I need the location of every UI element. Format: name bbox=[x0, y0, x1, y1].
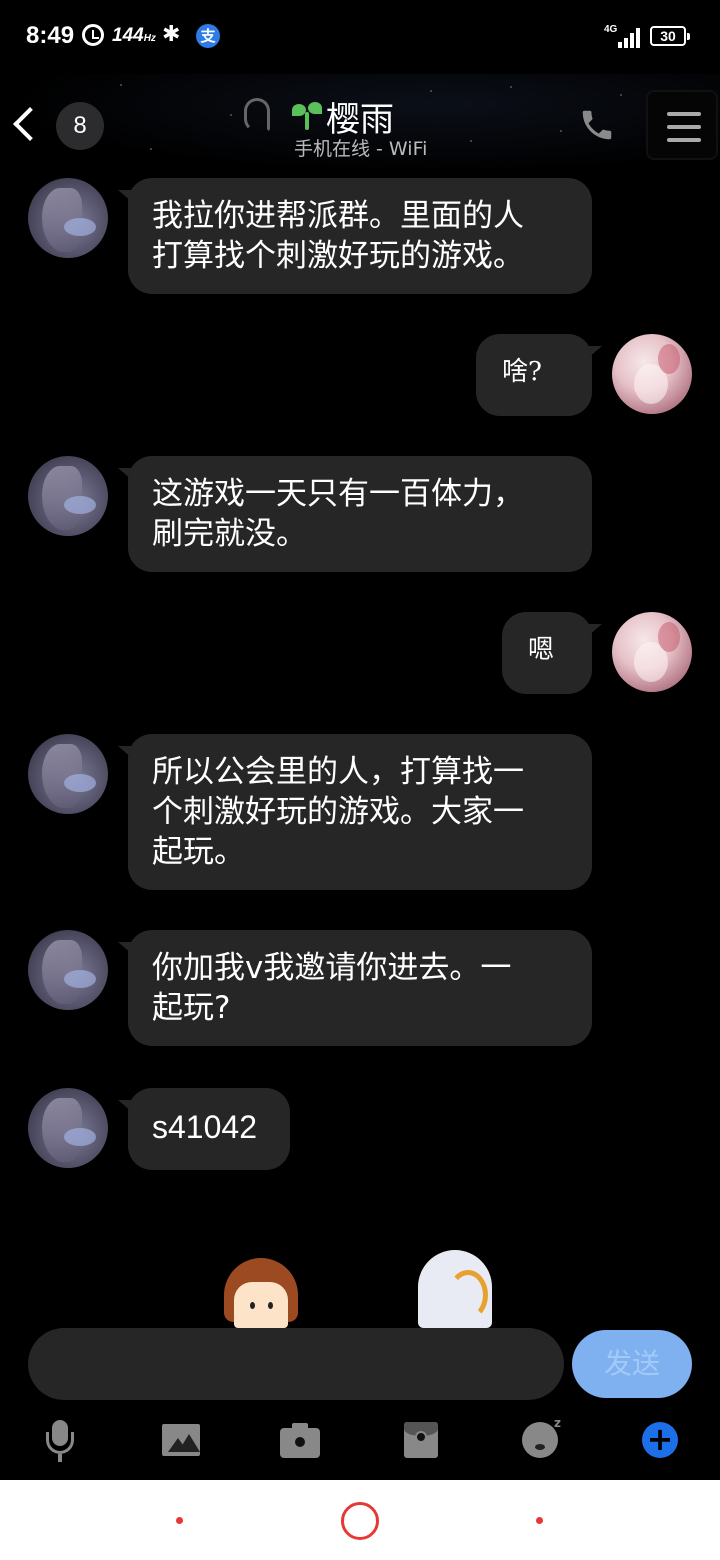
refresh-rate-unit: Hz bbox=[143, 33, 156, 44]
contact-avatar[interactable] bbox=[28, 1088, 108, 1168]
nav-back-button[interactable] bbox=[536, 1517, 543, 1524]
message-bubble[interactable]: s41042 bbox=[118, 1088, 290, 1170]
sprout-icon bbox=[292, 102, 322, 132]
image-icon[interactable] bbox=[160, 1418, 204, 1462]
message-bubble[interactable]: 嗯 bbox=[502, 612, 602, 694]
nav-home-button[interactable] bbox=[341, 1502, 379, 1540]
camera-icon[interactable] bbox=[280, 1418, 324, 1462]
microphone-icon[interactable] bbox=[38, 1418, 82, 1462]
contact-avatar[interactable] bbox=[28, 456, 108, 536]
emoji-icon[interactable]: z bbox=[520, 1416, 564, 1462]
user-avatar[interactable] bbox=[612, 612, 692, 692]
unread-count-badge[interactable]: 8 bbox=[56, 102, 104, 150]
message-bubble[interactable]: 这游戏一天只有一百体力， 刷完就没。 bbox=[118, 456, 592, 572]
message-bubble[interactable]: 啥? bbox=[476, 334, 602, 416]
send-button[interactable]: 发送 bbox=[572, 1330, 692, 1398]
back-button[interactable] bbox=[10, 104, 40, 148]
menu-button[interactable] bbox=[646, 90, 718, 160]
refresh-rate: 144Hz bbox=[112, 25, 156, 47]
refresh-rate-value: 144 bbox=[112, 25, 144, 46]
phone-icon[interactable] bbox=[578, 106, 616, 144]
status-time: 8:49 bbox=[26, 22, 75, 49]
alarm-icon bbox=[82, 24, 104, 46]
contact-avatar[interactable] bbox=[28, 930, 108, 1010]
contact-status: 手机在线 - WiFi bbox=[294, 138, 428, 160]
user-avatar[interactable] bbox=[612, 334, 692, 414]
message-bubble[interactable]: 你加我v我邀请你进去。一 起玩? bbox=[118, 930, 592, 1046]
nav-recents-button[interactable] bbox=[176, 1517, 183, 1524]
message-bubble[interactable]: 所以公会里的人，打算找一 个刺激好玩的游戏。大家一 起玩。 bbox=[118, 734, 592, 890]
red-packet-icon[interactable] bbox=[402, 1418, 446, 1462]
battery-indicator: 30 bbox=[650, 26, 690, 46]
network-type: 4G bbox=[604, 24, 618, 35]
chat-header: 8 樱雨 手机在线 - WiFi bbox=[0, 74, 720, 174]
system-navigation-bar bbox=[0, 1480, 720, 1560]
message-bubble[interactable]: 我拉你进帮派群。里面的人 打算找个刺激好玩的游戏。 bbox=[118, 178, 592, 294]
payment-app-icon: 支 bbox=[196, 24, 220, 48]
contact-avatar[interactable] bbox=[28, 178, 108, 258]
bluetooth-icon: ✱ bbox=[162, 22, 181, 47]
status-bar: 8:49 144Hz ✱ 支 4G 30 bbox=[0, 0, 720, 74]
contact-avatar[interactable] bbox=[28, 734, 108, 814]
message-input[interactable] bbox=[28, 1328, 564, 1400]
signal-icon: 4G bbox=[604, 24, 642, 48]
peeking-girl-sticker[interactable] bbox=[220, 1258, 302, 1328]
plus-icon[interactable]: + bbox=[640, 1418, 684, 1462]
earpiece-mode-icon[interactable] bbox=[244, 98, 270, 132]
peeking-character-sticker[interactable] bbox=[408, 1244, 508, 1328]
chat-toolbar: z + bbox=[0, 1408, 720, 1480]
